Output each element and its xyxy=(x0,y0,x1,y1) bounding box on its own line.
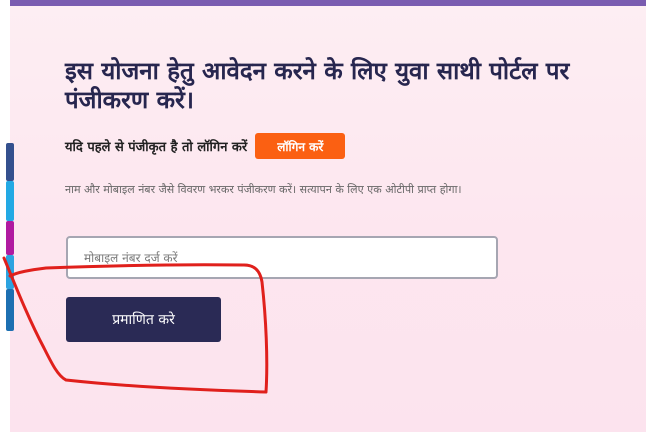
login-prompt: यदि पहले से पंजीकृत है तो लॉगिन करें xyxy=(65,140,248,155)
telegram-icon[interactable] xyxy=(6,255,14,289)
verify-button[interactable]: प्रमाणित करे xyxy=(66,297,221,342)
top-accent-bar xyxy=(10,0,646,6)
mobile-number-input[interactable] xyxy=(66,236,498,279)
login-row: यदि पहले से पंजीकृत है तो लॉगिन करें लॉग… xyxy=(65,133,346,159)
twitter-icon[interactable] xyxy=(6,181,14,221)
page-title: इस योजना हेतु आवेदन करने के लिए युवा साथ… xyxy=(65,57,570,114)
instagram-icon[interactable] xyxy=(6,221,14,255)
facebook-icon[interactable] xyxy=(6,143,14,181)
login-button[interactable]: लॉगिन करें xyxy=(255,133,346,159)
linkedin-icon[interactable] xyxy=(6,289,14,331)
registration-description: नाम और मोबाइल नंबर जैसे विवरण भरकर पंजीक… xyxy=(65,183,462,196)
